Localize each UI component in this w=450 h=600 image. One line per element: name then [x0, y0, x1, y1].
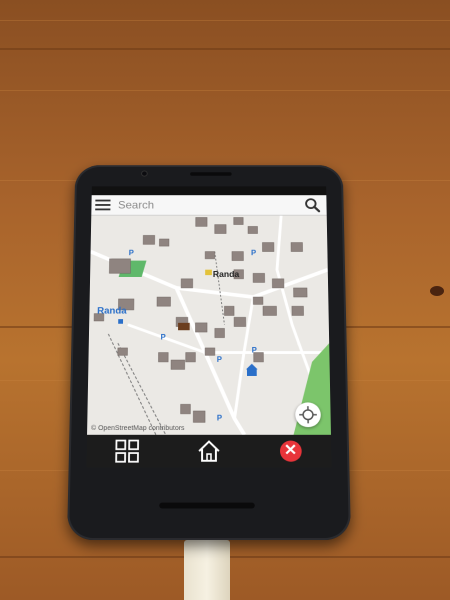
close-icon: ✕: [279, 440, 302, 462]
svg-text:P: P: [161, 333, 166, 342]
smartphone: P P P P P P Randa Randa © OpenStreetMap …: [67, 165, 351, 540]
svg-text:P: P: [217, 414, 222, 423]
map-view[interactable]: P P P P P P Randa Randa © OpenStreetMap …: [87, 215, 331, 435]
bottom-speaker: [159, 502, 255, 509]
grid-button[interactable]: [112, 437, 142, 466]
search-bar: [91, 195, 327, 216]
svg-text:P: P: [217, 355, 222, 364]
front-camera: [141, 170, 148, 177]
phone-screen: P P P P P P Randa Randa © OpenStreetMap …: [86, 186, 332, 468]
home-icon: [196, 439, 222, 464]
bottom-toolbar: ✕: [86, 434, 332, 468]
svg-text:P: P: [129, 249, 134, 257]
home-button[interactable]: [194, 437, 224, 466]
close-button[interactable]: ✕: [276, 437, 306, 466]
map-canvas: P P P P P P: [87, 216, 331, 435]
place-label: Randa: [97, 306, 127, 317]
svg-text:P: P: [251, 249, 256, 257]
grid-icon: [114, 439, 140, 464]
locate-button[interactable]: [295, 402, 321, 428]
search-icon[interactable]: [304, 197, 321, 213]
crosshair-icon: [299, 406, 317, 423]
place-label: Randa: [212, 269, 240, 279]
status-bar: [91, 186, 327, 196]
map-attribution: © OpenStreetMap contributors: [91, 425, 185, 432]
svg-text:P: P: [252, 346, 257, 355]
menu-icon[interactable]: [95, 199, 111, 211]
earpiece-speaker: [190, 172, 232, 176]
search-input[interactable]: [115, 196, 301, 214]
usb-cable: [184, 540, 230, 600]
